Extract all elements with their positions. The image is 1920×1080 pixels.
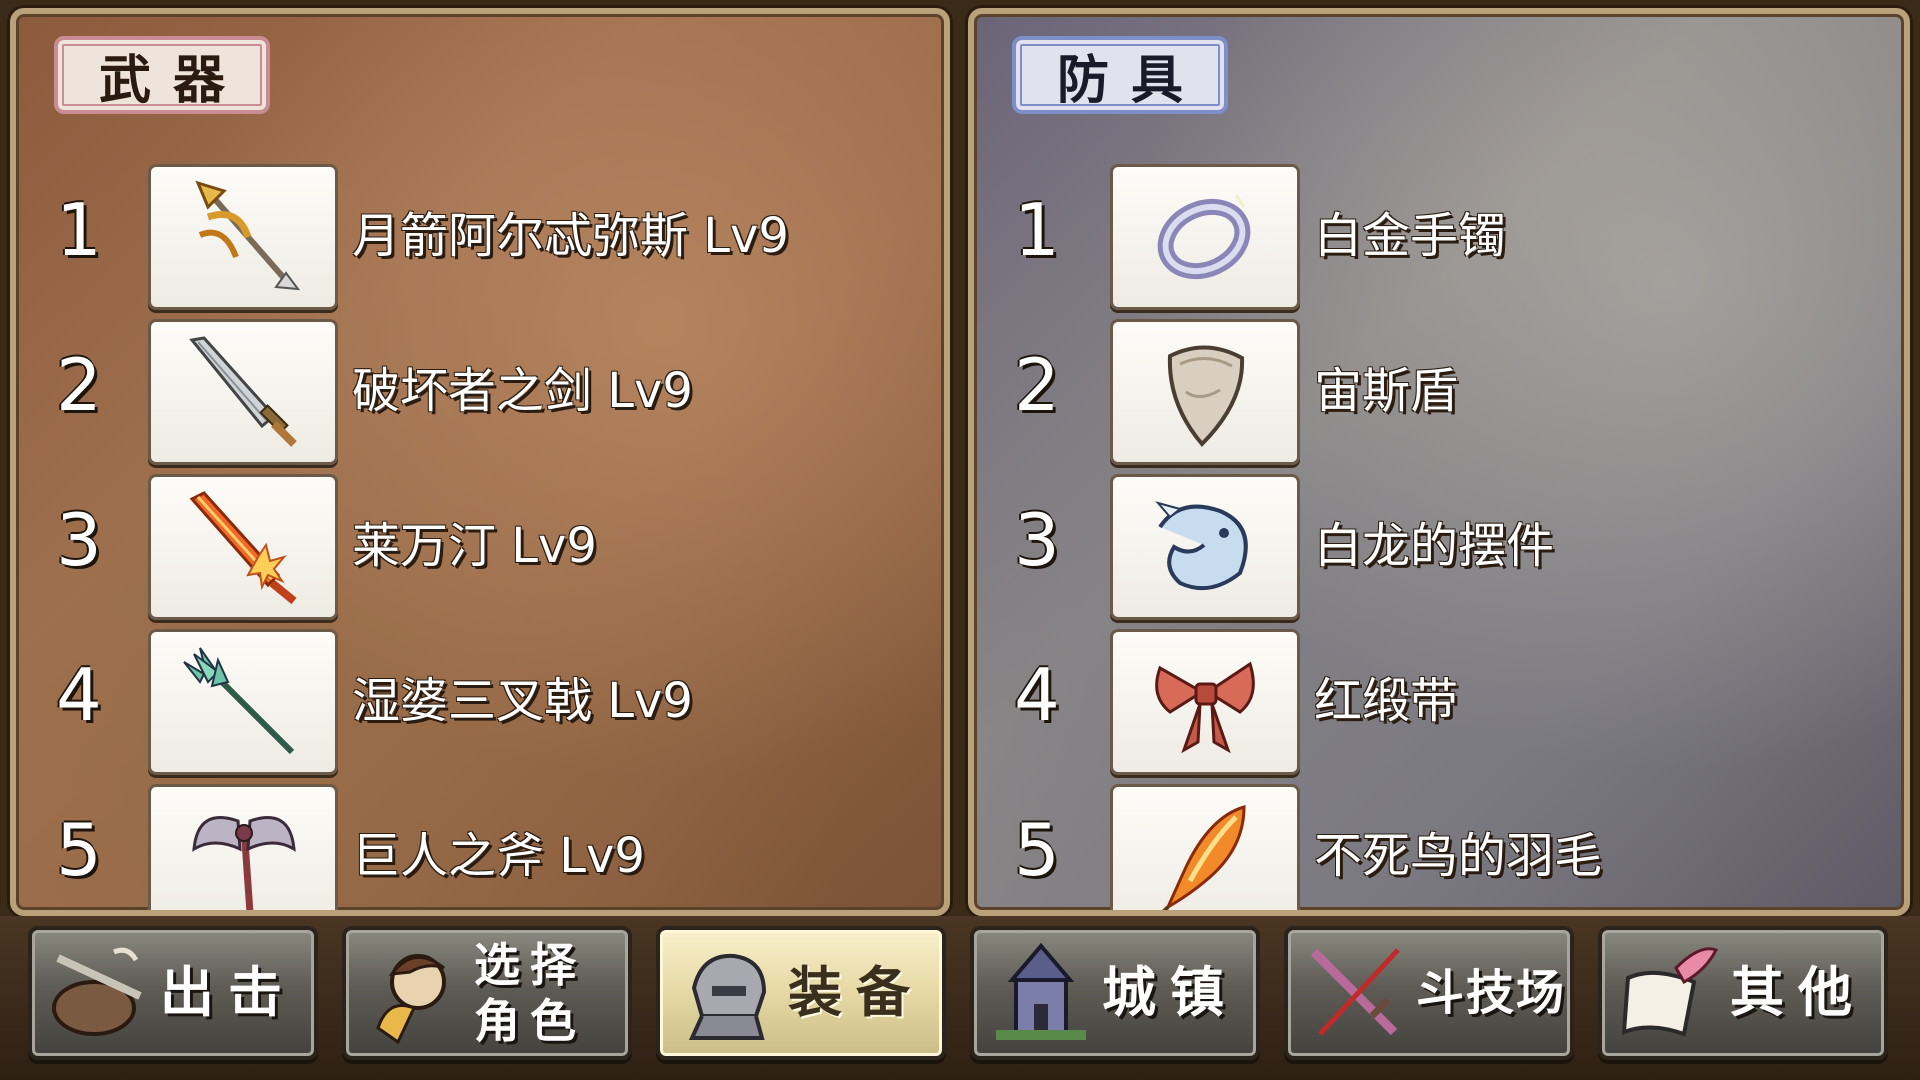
weapon-name: 湿婆三叉戟 Lv9 [352,673,693,729]
weapon-row-1[interactable]: 1 月箭阿尔忒弥斯 Lv9 [16,154,944,310]
white-dragon-icon[interactable] [1110,474,1300,620]
battle-axe-icon[interactable] [148,784,338,910]
armor-row-3[interactable]: 3 白龙的摆件 [974,464,1904,620]
select-character-icon [376,954,446,1045]
armor-title: 防具 [1012,36,1228,114]
slot-number: 2 [1014,343,1060,427]
slot-number: 5 [56,808,102,892]
weapon-list: 1 月箭阿尔忒弥斯 Lv9 2 破坏者之剑 Lv9 3 莱万汀 Lv9 4 湿婆… [16,154,944,910]
slot-number: 3 [56,498,102,582]
sortie-label: 出击 [160,961,296,1024]
slot-number: 1 [56,188,102,272]
sortie-icon [52,947,142,1036]
select-character-line2: 角色 [474,994,586,1048]
armor-panel: 防具 1 白金手镯 2 宙斯盾 3 白龙的摆件 4 红缎带 5 不死鸟的羽毛 [968,8,1910,916]
armor-name: 红缎带 [1314,673,1459,729]
crossed-swords-icon [1310,948,1400,1036]
weapon-row-3[interactable]: 3 莱万汀 Lv9 [16,464,944,620]
weapon-name: 破坏者之剑 Lv9 [352,363,693,419]
town-castle-icon [996,942,1086,1040]
equipment-button[interactable]: 装备 [656,926,946,1060]
slot-number: 4 [56,653,102,737]
armor-helmet-icon [688,953,767,1040]
select-character-line1: 选择 [474,938,586,992]
sword-icon[interactable] [148,319,338,465]
armor-name: 宙斯盾 [1314,363,1459,419]
arena-button[interactable]: 斗技场 [1284,926,1574,1060]
phoenix-feather-icon[interactable] [1110,784,1300,910]
other-label: 其他 [1730,961,1866,1024]
arena-label: 斗技场 [1416,965,1567,1021]
armor-row-5[interactable]: 5 不死鸟的羽毛 [974,774,1904,910]
weapon-row-5[interactable]: 5 巨人之斧 Lv9 [16,774,944,910]
slot-number: 5 [1014,808,1060,892]
equipment-label: 装备 [788,961,924,1024]
town-button[interactable]: 城镇 [970,926,1260,1060]
slot-number: 4 [1014,653,1060,737]
red-ribbon-icon[interactable] [1110,629,1300,775]
armor-row-2[interactable]: 2 宙斯盾 [974,309,1904,465]
slot-number: 3 [1014,498,1060,582]
slot-number: 2 [56,343,102,427]
armor-name: 白金手镯 [1314,208,1507,264]
weapon-name: 月箭阿尔忒弥斯 Lv9 [352,208,789,264]
armor-row-1[interactable]: 1 白金手镯 [974,154,1904,310]
slot-number: 1 [1014,188,1060,272]
flame-sword-icon[interactable] [148,474,338,620]
town-label: 城镇 [1102,961,1238,1024]
scroll-quill-icon [1621,947,1719,1037]
other-button[interactable]: 其他 [1598,926,1888,1060]
weapon-name: 巨人之斧 Lv9 [352,828,645,884]
weapons-title: 武器 [54,36,270,114]
platinum-bracelet-icon[interactable] [1110,164,1300,310]
bottom-menu-bar: 出击 选择 角色 装备 城镇 斗技场 其他 [0,916,1920,1080]
armor-name: 不死鸟的羽毛 [1314,828,1603,884]
select-character-label: 选择 角色 [474,937,586,1049]
armor-row-4[interactable]: 4 红缎带 [974,619,1904,775]
sortie-button[interactable]: 出击 [28,926,318,1060]
armor-list: 1 白金手镯 2 宙斯盾 3 白龙的摆件 4 红缎带 5 不死鸟的羽毛 [974,154,1904,910]
golden-bow-arrow-icon[interactable] [148,164,338,310]
shield-icon[interactable] [1110,319,1300,465]
weapons-panel: 武器 1 月箭阿尔忒弥斯 Lv9 2 破坏者之剑 Lv9 3 莱万汀 Lv9 4… [10,8,950,916]
select-character-button[interactable]: 选择 角色 [342,926,632,1060]
weapon-row-4[interactable]: 4 湿婆三叉戟 Lv9 [16,619,944,775]
trident-icon[interactable] [148,629,338,775]
weapon-name: 莱万汀 Lv9 [352,518,597,574]
weapon-row-2[interactable]: 2 破坏者之剑 Lv9 [16,309,944,465]
armor-name: 白龙的摆件 [1314,518,1555,574]
